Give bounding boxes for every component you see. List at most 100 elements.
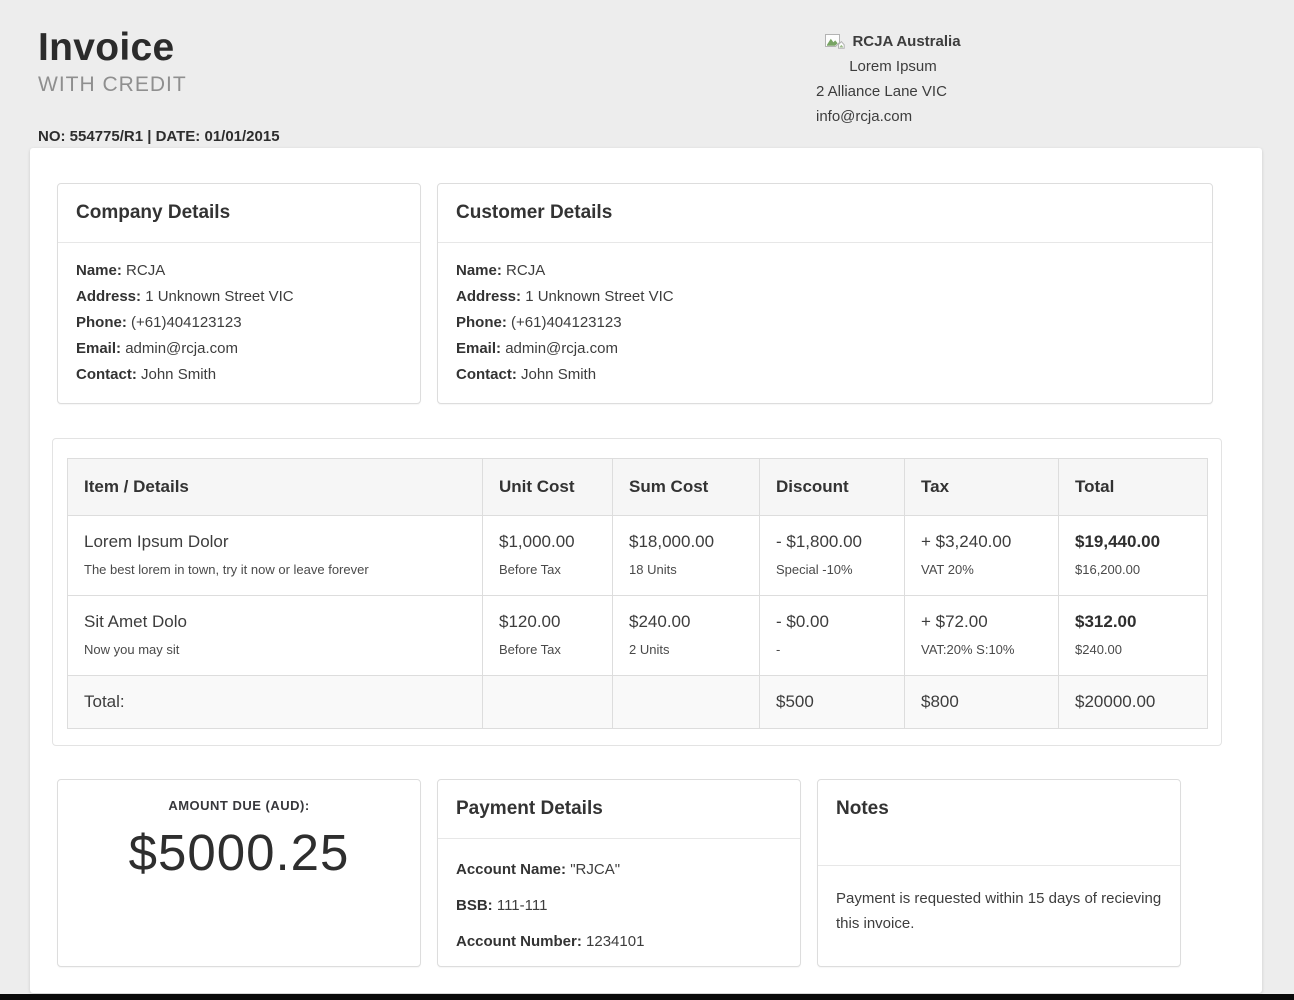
customer-name-line: Name: RCJA xyxy=(456,258,1194,284)
page-title: Invoice xyxy=(38,28,187,69)
payment-details-title: Payment Details xyxy=(438,780,800,839)
unit-cost-value: $1,000.00 xyxy=(499,532,596,552)
field-value: RCJA xyxy=(506,262,545,279)
bsb-line: BSB: 111-111 xyxy=(456,893,782,918)
sum-cost-note: 2 Units xyxy=(629,642,743,657)
items-table: Item / Details Unit Cost Sum Cost Discou… xyxy=(67,458,1208,729)
field-label: Address: xyxy=(76,288,141,305)
cell-discount: - $0.00 - xyxy=(760,596,905,676)
field-label: Name: xyxy=(76,262,122,279)
cell-item: Lorem Ipsum Dolor The best lorem in town… xyxy=(68,516,483,596)
company-address-line: Address: 1 Unknown Street VIC xyxy=(76,284,402,310)
item-description: The best lorem in town, try it now or le… xyxy=(84,562,466,577)
field-label: Contact: xyxy=(76,366,137,383)
col-header-item-details: Item / Details xyxy=(68,459,483,516)
table-row: Lorem Ipsum Dolor The best lorem in town… xyxy=(68,516,1208,596)
payment-details-panel: Payment Details Account Name: "RJCA" BSB… xyxy=(437,779,801,967)
payment-details-body: Account Name: "RJCA" BSB: 111-111 Accoun… xyxy=(438,839,800,967)
table-header-row: Item / Details Unit Cost Sum Cost Discou… xyxy=(68,459,1208,516)
seller-email: info@rcja.com xyxy=(816,104,970,129)
totals-discount-cell: $500 xyxy=(760,676,905,729)
seller-tagline: Lorem Ipsum xyxy=(816,54,970,79)
broken-image-icon xyxy=(825,34,845,49)
seller-name: RCJA Australia xyxy=(852,33,960,50)
amount-due-value: $5000.25 xyxy=(58,823,420,882)
unit-cost-note: Before Tax xyxy=(499,562,596,577)
company-phone-line: Phone: (+61)404123123 xyxy=(76,310,402,336)
cell-unit-cost: $1,000.00 Before Tax xyxy=(483,516,613,596)
invoice-number-and-date: NO: 554775/R1 | DATE: 01/01/2015 xyxy=(38,128,280,145)
field-value: 1234101 xyxy=(586,933,644,950)
company-email-line: Email: admin@rcja.com xyxy=(76,336,402,362)
tax-note: VAT:20% S:10% xyxy=(921,642,1042,657)
field-value: 111-111 xyxy=(497,897,548,914)
page-header: Invoice WITH CREDIT xyxy=(38,28,187,97)
table-row: Sit Amet Dolo Now you may sit $120.00 Be… xyxy=(68,596,1208,676)
discount-value: - $1,800.00 xyxy=(776,532,888,552)
cell-unit-cost: $120.00 Before Tax xyxy=(483,596,613,676)
field-value: (+61)404123123 xyxy=(131,314,242,331)
notes-panel: Notes Payment is requested within 15 day… xyxy=(817,779,1181,967)
totals-tax-cell: $800 xyxy=(905,676,1059,729)
tax-value: + $72.00 xyxy=(921,612,1042,632)
col-header-tax: Tax xyxy=(905,459,1059,516)
table-totals-row: Total: $500 $800 $20000.00 xyxy=(68,676,1208,729)
unit-cost-value: $120.00 xyxy=(499,612,596,632)
discount-note: Special -10% xyxy=(776,562,888,577)
cell-sum-cost: $18,000.00 18 Units xyxy=(613,516,760,596)
company-name-line: Name: RCJA xyxy=(76,258,402,284)
cell-total: $19,440.00 $16,200.00 xyxy=(1059,516,1208,596)
total-value: $312.00 xyxy=(1075,612,1191,632)
page-subtitle: WITH CREDIT xyxy=(38,73,187,97)
sum-cost-note: 18 Units xyxy=(629,562,743,577)
customer-contact-line: Contact: John Smith xyxy=(456,362,1194,388)
totals-empty-cell xyxy=(483,676,613,729)
item-description: Now you may sit xyxy=(84,642,466,657)
cell-item: Sit Amet Dolo Now you may sit xyxy=(68,596,483,676)
field-label: Contact: xyxy=(456,366,517,383)
total-value: $19,440.00 xyxy=(1075,532,1191,552)
account-number-line: Account Number: 1234101 xyxy=(456,929,782,954)
customer-details-body: Name: RCJA Address: 1 Unknown Street VIC… xyxy=(438,243,1212,403)
sum-cost-value: $18,000.00 xyxy=(629,532,743,552)
customer-phone-line: Phone: (+61)404123123 xyxy=(456,310,1194,336)
field-value: (+61)404123123 xyxy=(511,314,622,331)
sum-cost-value: $240.00 xyxy=(629,612,743,632)
cell-tax: + $3,240.00 VAT 20% xyxy=(905,516,1059,596)
col-header-total: Total xyxy=(1059,459,1208,516)
company-details-panel: Company Details Name: RCJA Address: 1 Un… xyxy=(57,183,421,404)
seller-name-line: RCJA Australia Lorem Ipsum xyxy=(816,29,970,79)
customer-details-panel: Customer Details Name: RCJA Address: 1 U… xyxy=(437,183,1213,404)
discount-value: - $0.00 xyxy=(776,612,888,632)
totals-label-cell: Total: xyxy=(68,676,483,729)
total-note: $240.00 xyxy=(1075,642,1191,657)
totals-total-cell: $20000.00 xyxy=(1059,676,1208,729)
field-label: Account Name: xyxy=(456,861,566,878)
item-name: Lorem Ipsum Dolor xyxy=(84,532,466,552)
items-table-container: Item / Details Unit Cost Sum Cost Discou… xyxy=(52,438,1222,746)
unit-cost-note: Before Tax xyxy=(499,642,596,657)
invoice-card: Company Details Name: RCJA Address: 1 Un… xyxy=(30,148,1262,993)
col-header-discount: Discount xyxy=(760,459,905,516)
amount-due-panel: AMOUNT DUE (AUD): $5000.25 xyxy=(57,779,421,967)
field-value: 1 Unknown Street VIC xyxy=(525,288,673,305)
field-value: 1 Unknown Street VIC xyxy=(145,288,293,305)
amount-due-label: AMOUNT DUE (AUD): xyxy=(58,798,420,813)
field-label: Email: xyxy=(76,340,121,357)
cell-total: $312.00 $240.00 xyxy=(1059,596,1208,676)
notes-title: Notes xyxy=(818,780,1180,866)
account-name-line: Account Name: "RJCA" xyxy=(456,857,782,882)
field-label: Email: xyxy=(456,340,501,357)
totals-empty-cell xyxy=(613,676,760,729)
field-value: "RJCA" xyxy=(570,861,620,878)
tax-value: + $3,240.00 xyxy=(921,532,1042,552)
bottom-row: AMOUNT DUE (AUD): $5000.25 Payment Detai… xyxy=(57,779,1262,967)
tax-note: VAT 20% xyxy=(921,562,1042,577)
seller-address: 2 Alliance Lane VIC xyxy=(816,79,970,104)
company-details-title: Company Details xyxy=(58,184,420,243)
company-contact-line: Contact: John Smith xyxy=(76,362,402,388)
field-value: John Smith xyxy=(521,366,596,383)
field-label: Phone: xyxy=(76,314,127,331)
cell-discount: - $1,800.00 Special -10% xyxy=(760,516,905,596)
discount-note: - xyxy=(776,642,888,657)
